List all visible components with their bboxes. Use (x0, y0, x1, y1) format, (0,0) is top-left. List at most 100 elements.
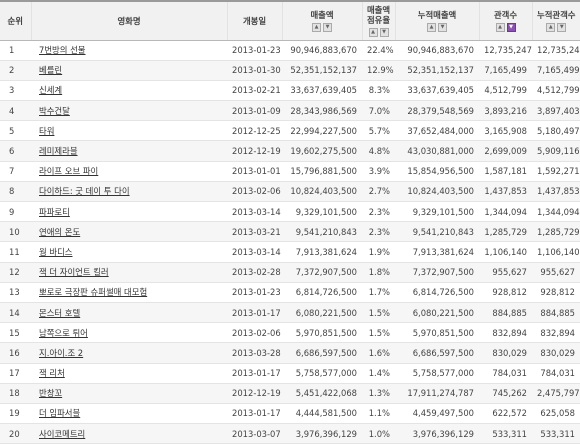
audience-cell: 3,165,908 (479, 120, 532, 142)
movie-title-link[interactable]: 베를린 (39, 65, 62, 75)
audience-cell: 4,512,799 (479, 80, 532, 102)
cum-audience-cell: 5,180,497 (532, 120, 580, 142)
audience-cell: 7,165,499 (479, 60, 532, 81)
title-cell: 라이프 오브 파이 (31, 161, 227, 182)
sort-up-icon[interactable]: ▲ (427, 22, 436, 32)
share-cell: 1.5% (362, 302, 395, 324)
sales-cell: 15,796,881,500 (282, 161, 362, 182)
cum-audience-cell: 12,735,247 (532, 40, 580, 61)
audience-cell: 1,106,140 (479, 241, 532, 263)
table-row: 13 뽀로로 극장판 슈퍼썰매 대모험 2013-01-23 6,814,726,50… (0, 282, 580, 303)
rank-cell: 14 (0, 302, 31, 324)
sales-cell: 9,541,210,843 (282, 221, 362, 243)
sales-cell: 3,976,396,129 (282, 423, 362, 445)
sort-down-icon[interactable]: ▼ (323, 22, 332, 32)
table-row: 19 더 임파서블 2013-01-17 4,444,581,500 1.1% 4,459… (0, 403, 580, 425)
sales-cell: 6,080,221,500 (282, 302, 362, 324)
cum-audience-cell: 7,165,499 (532, 60, 580, 81)
movie-title-link[interactable]: 타워 (39, 126, 54, 136)
movie-title-link[interactable]: 박수건달 (39, 106, 70, 116)
movie-title-link[interactable]: 라이프 오브 파이 (39, 166, 98, 176)
sort-up-icon[interactable]: ▲ (368, 27, 378, 37)
rank-cell: 9 (0, 201, 31, 223)
movie-title-link[interactable]: 지.아이.조 2 (39, 348, 83, 358)
title-cell: 파파로티 (31, 201, 227, 223)
open-date-cell: 2013-02-06 (227, 181, 282, 203)
audience-cell: 830,029 (479, 342, 532, 364)
sort-down-active-icon[interactable]: ▼ (506, 22, 516, 32)
share-cell: 1.0% (362, 423, 395, 445)
title-cell: 몬스터 호텔 (31, 302, 227, 324)
movie-title-link[interactable]: 반창꼬 (39, 388, 62, 398)
sort-down-icon[interactable]: ▼ (438, 22, 447, 32)
movie-title-link[interactable]: 뽀로로 극장판 슈퍼썰매 대모험 (39, 287, 147, 297)
cum-audience-cell: 1,285,729 (532, 221, 580, 243)
cum-sales-cell: 6,686,597,500 (395, 342, 479, 364)
table-row: 14 몬스터 호텔 2013-01-17 6,080,221,500 1.5% 6,080… (0, 302, 580, 324)
sales-cell: 5,970,851,500 (282, 322, 362, 344)
sort-down-icon[interactable]: ▼ (557, 22, 567, 32)
cum-sales-cell: 9,541,210,843 (395, 221, 479, 243)
title-cell: 박수건달 (31, 100, 227, 122)
movie-title-link[interactable]: 잭 리처 (39, 368, 65, 378)
cum-sales-cell: 52,351,152,137 (395, 60, 479, 81)
share-cell: 5.7% (362, 120, 395, 142)
cum-sales-cell: 15,854,956,500 (395, 161, 479, 182)
audience-cell: 928,812 (479, 282, 532, 303)
cum-audience-cell: 1,106,140 (532, 241, 580, 263)
table-row: 2 베를린 2013-01-30 52,351,152,137 12.9% 52,351,… (0, 60, 580, 81)
rank-cell: 18 (0, 383, 31, 404)
open-date-cell: 2013-01-23 (227, 282, 282, 303)
movie-title-link[interactable]: 몬스터 호텔 (39, 308, 80, 318)
rank-cell: 4 (0, 100, 31, 122)
table-row: 7 라이프 오브 파이 2013-01-01 15,796,881,500 3.9% 15… (0, 161, 580, 182)
title-cell: 반창꼬 (31, 383, 227, 404)
cum-audience-cell: 3,897,403 (532, 100, 580, 122)
cum-sales-cell: 6,814,726,500 (395, 282, 479, 303)
rank-cell: 5 (0, 120, 31, 142)
open-date-cell: 2013-03-07 (227, 423, 282, 445)
share-cell: 1.7% (362, 282, 395, 303)
table-row: 15 남쪽으로 튀어 2013-02-06 5,970,851,500 1.5% 5,97… (0, 322, 580, 344)
movie-title-link[interactable]: 7번방의 선물 (39, 45, 86, 55)
movie-title-link[interactable]: 사이코메트리 (39, 429, 85, 439)
movie-title-link[interactable]: 레미제라블 (39, 146, 78, 156)
rank-cell: 7 (0, 161, 31, 182)
movie-title-link[interactable]: 다이하드: 굿 데이 투 다이 (39, 186, 130, 196)
audience-sort-controls: ▲ ▼ (481, 22, 531, 32)
audience-header: 관객수 ▲ ▼ (478, 0, 532, 41)
movie-title-link[interactable]: 더 임파서블 (39, 408, 80, 418)
share-cell: 2.3% (362, 201, 395, 223)
rank-cell: 10 (0, 221, 31, 243)
cum-audience-cell: 928,812 (532, 282, 580, 303)
title-cell: 신세계 (31, 80, 227, 102)
sort-up-icon[interactable]: ▲ (312, 22, 321, 32)
share-cell: 12.9% (362, 60, 395, 81)
sales-cell: 19,602,275,500 (282, 140, 362, 162)
share-cell: 4.8% (362, 140, 395, 162)
sort-up-icon[interactable]: ▲ (495, 22, 505, 32)
movie-title-link[interactable]: 파파로티 (39, 207, 70, 217)
table-row: 6 레미제라블 2012-12-19 19,602,275,500 4.8% 43,030… (0, 140, 580, 162)
cum-sales-cell: 10,824,403,500 (395, 181, 479, 203)
movie-title-link[interactable]: 남쪽으로 튀어 (39, 328, 88, 338)
share-cell: 1.5% (362, 322, 395, 344)
rank-cell: 15 (0, 322, 31, 344)
table-header-row: 순위 영화명 개봉일 매출액 ▲ ▼ 매출액 점유율 ▲ ▼ 누적매출액 ▲ ▼ 관객… (0, 0, 580, 41)
movie-title-link[interactable]: 웜 바디스 (39, 247, 72, 257)
sales-cell: 7,372,907,500 (282, 262, 362, 283)
movie-title-link[interactable]: 연애의 온도 (39, 227, 80, 237)
open-date-cell: 2013-01-17 (227, 363, 282, 384)
sort-up-icon[interactable]: ▲ (546, 22, 556, 32)
cum-sales-cell: 9,329,101,500 (395, 201, 479, 223)
open-date-cell: 2013-02-06 (227, 322, 282, 344)
sales-cell: 52,351,152,137 (282, 60, 362, 81)
table-row: 9 파파로티 2013-03-14 9,329,101,500 2.3% 9,329,10… (0, 201, 580, 223)
audience-cell: 1,285,729 (479, 221, 532, 243)
table-row: 8 다이하드: 굿 데이 투 다이 2013-02-06 10,824,403,500… (0, 181, 580, 203)
sort-down-icon[interactable]: ▼ (379, 27, 389, 37)
open-date-cell: 2013-03-28 (227, 342, 282, 364)
sales-cell: 28,343,986,569 (282, 100, 362, 122)
movie-title-link[interactable]: 잭 더 자이언트 킬러 (39, 267, 109, 277)
movie-title-link[interactable]: 신세계 (39, 85, 62, 95)
